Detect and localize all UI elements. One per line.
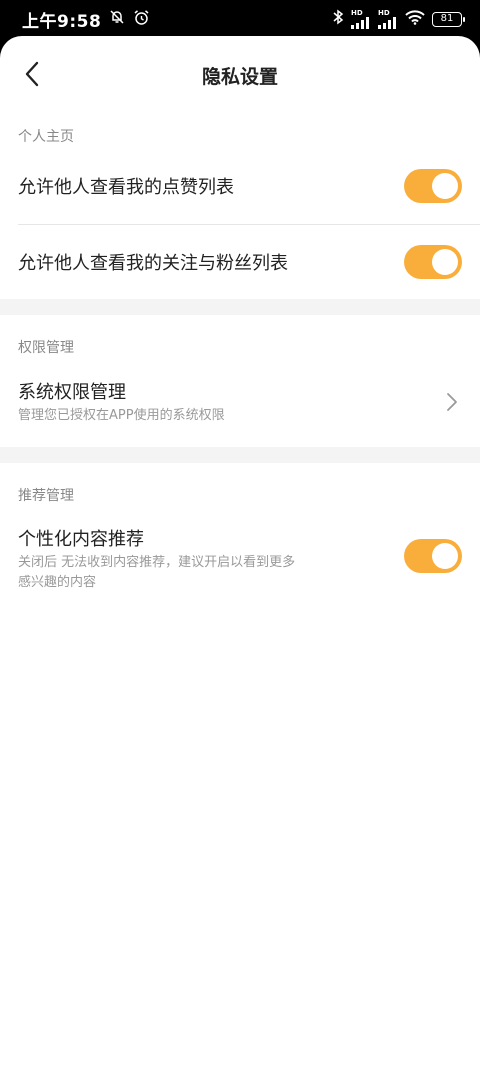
status-time: 上午9:58: [22, 11, 102, 32]
section-header-permissions: 权限管理: [18, 340, 74, 356]
alarm-icon: [133, 9, 150, 30]
hd-label: HD: [378, 8, 390, 17]
setting-row-personalized-recommendation: 个性化内容推荐 关闭后 无法收到内容推荐，建议开启以看到更多 感兴趣的内容: [0, 525, 480, 597]
setting-subtitle-line: 关闭后 无法收到内容推荐，建议开启以看到更多: [18, 555, 296, 570]
status-left: 上午9:58: [22, 7, 150, 32]
section-gap: [0, 299, 480, 315]
wifi-icon: [405, 9, 425, 29]
setting-row-follow-fans-list: 允许他人查看我的关注与粉丝列表: [0, 225, 480, 299]
setting-row-likes-list: 允许他人查看我的点赞列表: [0, 154, 480, 224]
signal-icon: HD: [351, 8, 371, 29]
chevron-right-icon: [447, 393, 457, 411]
setting-subtitle: 管理您已授权在APP使用的系统权限: [18, 408, 225, 423]
mute-bell-icon: [109, 9, 125, 29]
likes-list-toggle[interactable]: [404, 169, 462, 203]
follow-fans-list-toggle[interactable]: [404, 245, 462, 279]
page-title: 隐私设置: [201, 65, 278, 88]
toggle-knob: [432, 173, 458, 199]
toggle-knob: [432, 543, 458, 569]
setting-subtitle: 关闭后 无法收到内容推荐，建议开启以看到更多 感兴趣的内容: [18, 553, 295, 593]
setting-text-group: 系统权限管理 管理您已授权在APP使用的系统权限: [18, 378, 225, 426]
status-right: HD HD 81: [332, 8, 465, 29]
section-header-recommendation: 推荐管理: [18, 488, 74, 504]
setting-label: 系统权限管理: [18, 382, 126, 403]
setting-subtitle-line: 感兴趣的内容: [18, 575, 97, 590]
battery-icon: 81: [432, 11, 465, 27]
toggle-knob: [432, 249, 458, 275]
setting-label: 允许他人查看我的关注与粉丝列表: [18, 253, 288, 274]
signal-icon: HD: [378, 8, 398, 29]
bluetooth-icon: [332, 9, 344, 29]
section-header-personal-home: 个人主页: [18, 129, 74, 145]
setting-row-system-permissions[interactable]: 系统权限管理 管理您已授权在APP使用的系统权限: [0, 367, 480, 447]
personalized-recommendation-toggle[interactable]: [404, 539, 462, 573]
status-bar: 上午9:58 HD HD 81: [0, 0, 480, 38]
hd-label: HD: [351, 8, 363, 17]
navigation-bar: 隐私设置: [0, 36, 480, 114]
setting-text-group: 个性化内容推荐 关闭后 无法收到内容推荐，建议开启以看到更多 感兴趣的内容: [18, 525, 295, 593]
setting-label: 允许他人查看我的点赞列表: [18, 177, 234, 198]
setting-label: 个性化内容推荐: [18, 529, 144, 550]
back-button[interactable]: [14, 56, 50, 92]
back-arrow-icon: [25, 61, 39, 87]
privacy-settings-screen: 隐私设置 个人主页 允许他人查看我的点赞列表 允许他人查看我的关注与粉丝列表 权…: [0, 36, 480, 1067]
section-gap: [0, 447, 480, 463]
